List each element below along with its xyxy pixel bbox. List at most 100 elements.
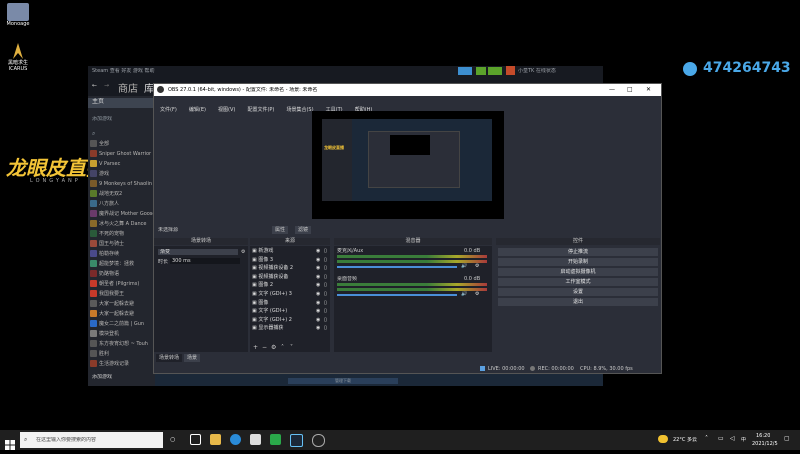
add-source-icon[interactable]: + <box>253 344 258 352</box>
close-icon[interactable]: ✕ <box>646 86 651 94</box>
eye-icon[interactable]: ◉ <box>316 256 320 264</box>
exit-button[interactable]: 退出 <box>498 298 658 306</box>
source-item[interactable]: ▣ 图像 2 ◉ ▯ <box>252 281 332 289</box>
menu-file[interactable]: 文件(F) <box>160 105 177 115</box>
eye-icon[interactable]: ◉ <box>316 273 320 281</box>
list-item[interactable]: 大家一起躲去避 <box>90 310 154 319</box>
obs-taskbar-icon[interactable] <box>312 434 325 447</box>
steam-friends-button[interactable] <box>488 67 502 75</box>
move-down-icon[interactable]: ˅ <box>290 344 293 352</box>
source-item[interactable]: ▣ 文字 (GDI+) 2 ◉ ▯ <box>252 316 332 324</box>
volume-icon[interactable]: ◁ <box>730 435 735 443</box>
weather-temperature[interactable]: 22°C 多云 <box>673 437 697 443</box>
source-item[interactable]: ▣ 文字 (GDI+) ◉ ▯ <box>252 307 332 315</box>
downloads-button[interactable]: 管理下载 <box>288 378 398 384</box>
desktop-icon-icarus[interactable]: 黑暗求生 ICARUS <box>3 42 33 72</box>
list-item[interactable]: 柏勒存续 <box>90 250 154 259</box>
list-item[interactable]: 不死的宠物 <box>90 230 154 239</box>
windows-start-icon[interactable] <box>5 435 15 454</box>
mic-settings-gear-icon[interactable]: ⚙ <box>475 263 479 269</box>
gear-icon[interactable]: ⚙ <box>241 249 245 255</box>
lock-icon[interactable]: ▯ <box>324 273 327 281</box>
source-item[interactable]: ▣ 新游戏 ◉ ▯ <box>252 247 332 255</box>
app-icon[interactable] <box>270 434 281 445</box>
ime-icon[interactable]: 中 <box>741 437 746 443</box>
lock-icon[interactable]: ▯ <box>324 281 327 289</box>
edge-icon[interactable] <box>230 434 241 445</box>
eye-icon[interactable]: ◉ <box>316 307 320 315</box>
cortana-icon[interactable]: ○ <box>170 436 175 444</box>
desktop-volume-slider[interactable] <box>337 294 457 296</box>
lock-icon[interactable]: ▯ <box>324 307 327 315</box>
lock-icon[interactable]: ▯ <box>324 316 327 324</box>
menu-view[interactable]: 视图(V) <box>218 105 235 115</box>
clock-time[interactable]: 16:20 <box>756 433 770 439</box>
studio-mode-button[interactable]: 工作室模式 <box>498 278 658 286</box>
list-item[interactable]: 东方夜宵幻想 ~ Touh <box>90 340 154 349</box>
list-item[interactable]: 国王与骑士 <box>90 240 154 249</box>
duration-input[interactable]: 300 ms <box>170 258 240 264</box>
steam-top-menu[interactable]: Steam 查看 好友 游戏 帮助 <box>92 68 155 74</box>
steam-taskbar-icon[interactable] <box>290 434 303 447</box>
start-recording-button[interactable]: 开始录制 <box>498 258 658 266</box>
library-filter[interactable]: 添加游戏 <box>92 116 112 122</box>
list-item[interactable]: 朝圣者 (Pilgrims) <box>90 280 154 289</box>
virtual-camera-button[interactable]: 启动虚拟摄像机 <box>498 268 658 276</box>
add-game-button[interactable]: 添加游戏 <box>92 374 112 380</box>
nav-store[interactable]: 商店 <box>118 80 138 95</box>
desktop-settings-gear-icon[interactable]: ⚙ <box>475 291 479 297</box>
chevron-up-icon[interactable]: ˄ <box>705 435 708 443</box>
list-item[interactable]: 全部 <box>90 140 154 149</box>
lock-icon[interactable]: ▯ <box>324 256 327 264</box>
menu-edit[interactable]: 编辑(E) <box>189 105 206 115</box>
list-item[interactable]: 奶酪物语 <box>90 270 154 279</box>
forward-arrow-icon[interactable]: → <box>104 82 109 90</box>
desktop-icon-monoage[interactable]: Monoage <box>3 3 33 27</box>
source-settings-icon[interactable]: ⚙ <box>271 344 276 352</box>
source-item[interactable]: ▣ 图像 ◉ ▯ <box>252 299 332 307</box>
file-explorer-icon[interactable] <box>210 434 221 445</box>
filters-button[interactable]: 滤镜 <box>295 226 312 234</box>
source-item[interactable]: ▣ 视频捕获设备 2 ◉ ▯ <box>252 264 332 272</box>
list-item[interactable]: Sniper Ghost Warrior <box>90 150 154 159</box>
menu-profile[interactable]: 配置文件(P) <box>247 105 274 115</box>
steam-user-name[interactable]: 小皇TK 在线状态 <box>518 68 556 74</box>
eye-icon[interactable]: ◉ <box>316 247 320 255</box>
eye-icon[interactable]: ◉ <box>316 281 320 289</box>
obs-preview[interactable]: 龙眼皮直播 <box>312 111 504 219</box>
obs-window[interactable]: OBS 27.0.1 (64-bit, windows) - 配置文件: 未命名… <box>153 83 662 374</box>
store-icon[interactable] <box>250 434 261 445</box>
task-view-icon[interactable] <box>190 434 201 445</box>
eye-icon[interactable]: ◉ <box>316 316 320 324</box>
lock-icon[interactable]: ▯ <box>324 247 327 255</box>
library-home[interactable]: 主页 <box>88 98 155 108</box>
stop-streaming-button[interactable]: 停止推流 <box>498 248 658 256</box>
source-item[interactable]: ▣ 视频捕获设备 ◉ ▯ <box>252 273 332 281</box>
list-item[interactable]: V Parsec <box>90 160 154 169</box>
eye-icon[interactable]: ◉ <box>316 324 320 332</box>
transition-select[interactable]: 渐变 <box>158 249 238 255</box>
eye-icon[interactable]: ◉ <box>316 299 320 307</box>
list-item[interactable]: 八方旅人 <box>90 200 154 209</box>
taskbar-search[interactable]: ⌕ 在这里输入你要搜索的内容 <box>20 432 163 448</box>
speaker-icon[interactable]: 🔊 <box>461 263 467 269</box>
tab-scene-transitions[interactable]: 场景转场 <box>156 354 183 362</box>
maximize-icon[interactable]: □ <box>627 86 633 94</box>
notification-icon[interactable]: ▢ <box>784 435 790 443</box>
list-item[interactable]: 超能梦境：拯救 <box>90 260 154 269</box>
list-item[interactable]: 9 Monkeys of Shaolin <box>90 180 154 189</box>
speaker-icon[interactable]: 🔊 <box>461 291 467 297</box>
minimize-icon[interactable]: — <box>609 86 615 94</box>
network-icon[interactable]: ▭ <box>718 435 724 443</box>
lock-icon[interactable]: ▯ <box>324 290 327 298</box>
list-item[interactable]: 我国我要王 <box>90 290 154 299</box>
list-item[interactable]: 冰与火之舞 A Dance <box>90 220 154 229</box>
properties-button[interactable]: 属性 <box>272 226 289 234</box>
source-item[interactable]: ▣ 图像 3 ◉ ▯ <box>252 256 332 264</box>
source-item[interactable]: ▣ 文字 (GDI+) 3 ◉ ▯ <box>252 290 332 298</box>
settings-button[interactable]: 设置 <box>498 288 658 296</box>
list-item[interactable]: 大家一起躲去避 <box>90 300 154 309</box>
avatar[interactable] <box>506 66 515 75</box>
remove-source-icon[interactable]: − <box>262 344 267 352</box>
move-up-icon[interactable]: ˄ <box>281 344 284 352</box>
